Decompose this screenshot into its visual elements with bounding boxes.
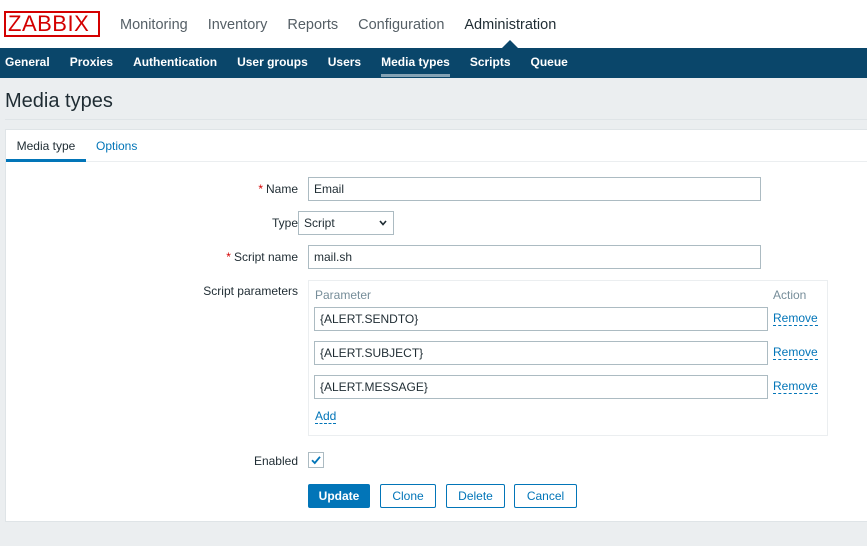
submenu-queue[interactable]: Queue	[521, 48, 578, 78]
menu-monitoring-label: Monitoring	[120, 17, 188, 33]
submenu-authentication[interactable]: Authentication	[123, 48, 227, 78]
delete-button[interactable]: Delete	[446, 484, 505, 508]
name-input[interactable]	[308, 177, 761, 201]
clone-button[interactable]: Clone	[380, 484, 436, 508]
menu-inventory-label: Inventory	[207, 17, 268, 33]
enabled-label: Enabled	[253, 454, 298, 468]
enabled-checkbox[interactable]	[308, 452, 324, 468]
required-mark: *	[258, 182, 263, 196]
active-menu-caret-icon	[502, 40, 519, 48]
media-type-form-panel: Media type Options *Name Type Script *Sc…	[5, 129, 867, 522]
tab-options[interactable]: Options	[96, 130, 137, 162]
script-parameters-label: Script parameters	[203, 284, 298, 298]
remove-parameter-1-link[interactable]: Remove	[773, 312, 818, 326]
menu-administration[interactable]: Administration	[454, 0, 566, 48]
menu-administration-label: Administration	[464, 17, 557, 33]
sub-menu: General Proxies Authentication User grou…	[0, 48, 867, 78]
sub-menu-bar: General Proxies Authentication User grou…	[0, 48, 867, 78]
script-name-label: * Script name	[106, 250, 298, 264]
menu-configuration[interactable]: Configuration	[348, 0, 454, 48]
form-tabs: Media type Options	[6, 130, 867, 162]
top-header: ZABBIX Monitoring Inventory Reports Conf…	[0, 0, 867, 48]
submenu-media-types[interactable]: Media types	[371, 48, 460, 78]
required-mark: *	[226, 250, 231, 264]
script-name-label-text: Script name	[233, 250, 298, 264]
title-divider	[5, 119, 867, 120]
cancel-button[interactable]: Cancel	[514, 484, 577, 508]
parameter-input-3[interactable]	[314, 375, 768, 399]
type-select-value: Script	[304, 216, 335, 230]
parameter-column-header: Parameter	[315, 288, 372, 302]
remove-parameter-2-link[interactable]: Remove	[773, 346, 818, 360]
checkmark-icon	[311, 456, 321, 465]
submenu-user-groups[interactable]: User groups	[227, 48, 318, 78]
script-parameters-table: Parameter Action Remove Remove Remove Ad…	[308, 280, 828, 436]
type-label: Type	[271, 216, 298, 230]
submenu-general[interactable]: General	[0, 48, 60, 78]
script-name-input[interactable]	[308, 245, 761, 269]
submenu-proxies[interactable]: Proxies	[60, 48, 123, 78]
add-parameter-link[interactable]: Add	[315, 410, 337, 424]
zabbix-logo[interactable]: ZABBIX	[4, 11, 100, 37]
submenu-users[interactable]: Users	[318, 48, 371, 78]
tab-media-type[interactable]: Media type	[6, 130, 86, 162]
menu-reports[interactable]: Reports	[277, 0, 348, 48]
menu-reports-label: Reports	[287, 17, 339, 33]
submenu-scripts[interactable]: Scripts	[460, 48, 521, 78]
menu-configuration-label: Configuration	[358, 17, 445, 33]
menu-monitoring[interactable]: Monitoring	[110, 0, 198, 48]
remove-parameter-3-link[interactable]: Remove	[773, 380, 818, 394]
chevron-down-icon	[379, 220, 387, 226]
main-menu: Monitoring Inventory Reports Configurati…	[110, 0, 566, 48]
parameter-input-1[interactable]	[314, 307, 768, 331]
name-label-text: Name	[265, 182, 298, 196]
parameter-input-2[interactable]	[314, 341, 768, 365]
name-label: * Name	[106, 182, 298, 196]
action-column-header: Action	[773, 288, 807, 302]
menu-inventory[interactable]: Inventory	[198, 0, 278, 48]
update-button[interactable]: Update	[308, 484, 370, 508]
page-title: Media types	[5, 90, 113, 112]
type-select[interactable]: Script	[298, 211, 394, 235]
